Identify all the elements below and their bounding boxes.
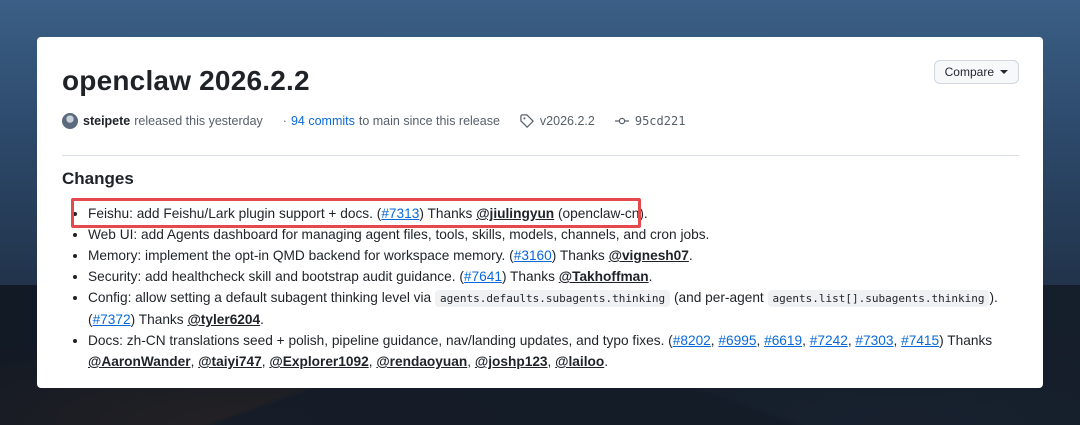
divider — [62, 155, 1019, 156]
released-text: released this yesterday — [134, 114, 263, 128]
user-mention[interactable]: @taiyi747 — [198, 354, 262, 369]
git-commit-icon — [614, 114, 629, 128]
pr-link[interactable]: #7415 — [901, 333, 939, 348]
pr-link[interactable]: #7641 — [464, 269, 502, 284]
user-mention[interactable]: @vignesh07 — [609, 248, 689, 263]
list-item: Web UI: add Agents dashboard for managin… — [88, 224, 1019, 245]
pr-link[interactable]: #8202 — [673, 333, 711, 348]
pr-link[interactable]: #6619 — [764, 333, 802, 348]
list-item: Config: allow setting a default subagent… — [88, 287, 1019, 330]
user-mention[interactable]: @jiulingyun — [476, 206, 554, 221]
user-mention[interactable]: @lailoo — [555, 354, 604, 369]
list-item: Docs: zh-CN translations seed + polish, … — [88, 330, 1019, 372]
tag-icon — [520, 114, 534, 128]
pr-link[interactable]: #7313 — [381, 206, 419, 221]
pr-link[interactable]: #7372 — [93, 312, 131, 327]
commits-suffix: to main since this release — [358, 114, 500, 128]
user-mention[interactable]: @rendaoyuan — [376, 354, 467, 369]
separator: , — [467, 354, 475, 369]
user-mention[interactable]: @tyler6204 — [187, 312, 260, 327]
list-item: Security: add healthcheck skill and boot… — [88, 266, 1019, 287]
release-tag[interactable]: v2026.2.2 — [540, 114, 595, 128]
list-item: Feishu: add Feishu/Lark plugin support +… — [88, 203, 1019, 224]
pr-link[interactable]: #6995 — [718, 333, 756, 348]
release-card: openclaw 2026.2.2 Compare steipete relea… — [37, 37, 1043, 388]
commits-link[interactable]: 94 commits — [291, 114, 355, 128]
user-mention[interactable]: @Explorer1092 — [269, 354, 368, 369]
user-mention[interactable]: @AaronWander — [88, 354, 191, 369]
compare-button[interactable]: Compare — [933, 60, 1019, 84]
meta-dot: · — [282, 114, 287, 128]
compare-button-label: Compare — [944, 65, 994, 79]
separator: , — [802, 333, 810, 348]
separator: , — [756, 333, 765, 348]
changes-list: Feishu: add Feishu/Lark plugin support +… — [62, 203, 1019, 372]
release-author[interactable]: steipete — [83, 114, 130, 128]
user-mention[interactable]: @joshp123 — [475, 354, 548, 369]
caret-down-icon — [1000, 70, 1008, 74]
release-meta: steipete released this yesterday · 94 co… — [62, 113, 685, 129]
code-snippet: agents.list[].subagents.thinking — [767, 290, 990, 307]
release-commit[interactable]: 95cd221 — [635, 114, 686, 128]
pr-link[interactable]: #3160 — [514, 248, 552, 263]
list-item: Memory: implement the opt-in QMD backend… — [88, 245, 1019, 266]
user-mention[interactable]: @Takhoffman — [559, 269, 649, 284]
release-title: openclaw 2026.2.2 — [62, 65, 310, 96]
changes-heading: Changes — [62, 169, 134, 188]
pr-link[interactable]: #7303 — [855, 333, 893, 348]
pr-links: #8202, #6995, #6619, #7242, #7303, #7415 — [673, 333, 939, 348]
separator: , — [893, 333, 902, 348]
pr-link[interactable]: #7242 — [810, 333, 848, 348]
code-snippet: agents.defaults.subagents.thinking — [434, 290, 671, 307]
user-mentions: @AaronWander, @taiyi747, @Explorer1092, … — [88, 354, 604, 369]
separator: , — [547, 354, 556, 369]
avatar[interactable] — [62, 113, 78, 129]
